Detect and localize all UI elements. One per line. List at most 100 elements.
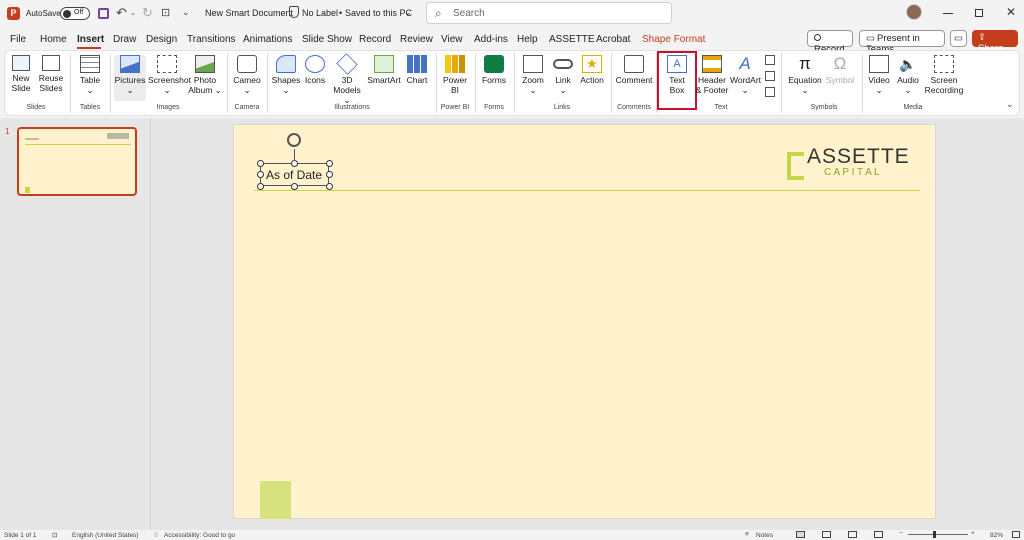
share-button[interactable]: ⇪ Share [972,30,1018,54]
fit-to-window-icon[interactable] [1012,531,1020,538]
comment-button[interactable]: Comment [615,55,653,85]
save-status[interactable]: Saved to this PC [345,8,412,18]
accent-block [260,481,291,519]
tab-acrobat[interactable]: Acrobat [596,34,630,45]
zoom-level[interactable]: 82% [990,532,1003,539]
resize-handle[interactable] [326,183,333,190]
close-icon[interactable]: ✕ [1006,5,1016,19]
present-from-start-icon[interactable]: ⊡ [161,6,170,19]
language[interactable]: English (United States) [72,532,138,539]
title-bar: P AutoSave Off ↶ ⌄ ↻ ⊡ ⌄ New Smart Docum… [0,0,1024,28]
power-bi-button[interactable]: Power BI [440,55,470,95]
resize-handle[interactable] [291,183,298,190]
link-icon [553,59,573,69]
chart-button[interactable]: Chart [404,55,430,85]
equation-button[interactable]: π Equation ⌄ [786,55,824,96]
accessibility-status[interactable]: Accessibility: Good to go [164,532,235,539]
tab-design[interactable]: Design [146,34,177,45]
tab-home[interactable]: Home [40,34,67,45]
zoom-slider-thumb[interactable] [933,531,936,538]
resize-handle[interactable] [257,183,264,190]
record-button[interactable]: Record [807,30,853,55]
sensitivity-icon[interactable] [289,6,299,18]
symbol-button[interactable]: Ω Symbol [824,55,856,86]
tab-add-ins[interactable]: Add-ins [474,34,508,45]
forms-button[interactable]: Forms [479,55,509,85]
zoom-in-icon[interactable]: + [971,530,975,537]
shapes-button[interactable]: Shapes ⌄ [271,55,301,95]
picture-icon [120,55,140,73]
smartart-button[interactable]: SmartArt [366,55,402,85]
tab-draw[interactable]: Draw [113,34,136,45]
autosave-toggle[interactable]: Off [60,7,90,20]
avatar[interactable] [906,4,922,20]
screen-recording-button[interactable]: Screen Recording [924,55,964,95]
reuse-slides-button[interactable]: Reuse Slides [38,55,64,93]
group-camera: Camera [234,104,260,111]
tab-review[interactable]: Review [400,34,433,45]
zoom-slider[interactable] [908,534,968,535]
tab-slide-show[interactable]: Slide Show [302,34,352,45]
normal-view-icon[interactable] [796,531,805,538]
tab-help[interactable]: Help [517,34,538,45]
table-button[interactable]: Table ⌄ [76,55,104,95]
spellcheck-icon[interactable]: ⊡ [52,531,57,539]
cameo-button[interactable]: Cameo ⌄ [231,55,263,95]
pictures-button[interactable]: Pictures ⌄ [114,55,146,101]
undo-dropdown-icon[interactable]: ⌄ [130,9,136,17]
tab-file[interactable]: File [10,34,26,45]
icons-button[interactable]: Icons [303,55,327,85]
resize-handle[interactable] [291,160,298,167]
notes-button[interactable]: Notes [756,532,773,539]
new-slide-button[interactable]: New Slide [8,55,34,93]
zoom-out-icon[interactable]: − [899,530,903,537]
header-footer-button[interactable]: Header & Footer [695,55,729,95]
photo-album-button[interactable]: Photo Album ⌄ [188,55,222,95]
chart-icon [407,55,427,73]
tab-shape-format[interactable]: Shape Format [642,34,705,45]
link-button[interactable]: Link ⌄ [550,55,576,95]
tab-record[interactable]: Record [359,34,391,45]
slide-canvas[interactable]: As of Date ASSETTE C A P I T A L [233,124,936,519]
tab-animations[interactable]: Animations [243,34,292,45]
screenshot-button[interactable]: Screenshot ⌄ [148,55,191,95]
wordart-button[interactable]: A WordArt ⌄ [730,55,761,96]
resize-handle[interactable] [326,160,333,167]
tab-assette[interactable]: ASSETTE [549,34,595,45]
save-status-chevron-icon[interactable]: ⌄ [404,7,412,18]
date-time-icon[interactable] [765,55,775,65]
star-icon: ★ [582,55,602,73]
tab-view[interactable]: View [441,34,463,45]
3d-models-button[interactable]: 3D Models ⌄ [330,53,364,105]
group-comments: Comments [617,104,651,111]
save-icon[interactable] [98,8,109,19]
collapse-ribbon-icon[interactable]: ⌄ [1006,99,1014,110]
label-status[interactable]: No Label [302,8,338,18]
redo-icon[interactable]: ↻ [142,5,153,21]
search-box[interactable]: ⌕ Search [426,2,672,24]
slide-sorter-icon[interactable] [822,531,831,538]
video-button[interactable]: Video ⌄ [866,55,892,95]
textbox-text[interactable]: As of Date [266,168,322,182]
action-button[interactable]: ★ Action [578,55,606,85]
slideshow-icon[interactable] [874,531,883,538]
thumbnail-title-line [25,138,39,140]
undo-icon[interactable]: ↶ [116,5,127,21]
customize-toolbar-icon[interactable]: ⌄ [182,7,190,18]
slide-thumbnail[interactable] [17,127,137,196]
resize-handle[interactable] [257,171,264,178]
tab-transitions[interactable]: Transitions [187,34,236,45]
restore-icon[interactable] [975,9,983,17]
object-icon[interactable] [765,87,775,97]
zoom-button[interactable]: Zoom ⌄ [518,55,548,95]
resize-handle[interactable] [326,171,333,178]
resize-handle[interactable] [257,160,264,167]
audio-button[interactable]: 🔈 Audio ⌄ [894,55,922,95]
rotate-handle-icon[interactable] [287,133,301,147]
reading-view-icon[interactable] [848,531,857,538]
slide-number-icon[interactable] [765,71,775,81]
tab-insert[interactable]: Insert [77,34,104,45]
present-in-teams-button[interactable]: ▭Present in Teams [859,30,945,55]
comments-button[interactable]: ▭ [950,30,967,47]
minimize-icon[interactable] [943,13,953,14]
